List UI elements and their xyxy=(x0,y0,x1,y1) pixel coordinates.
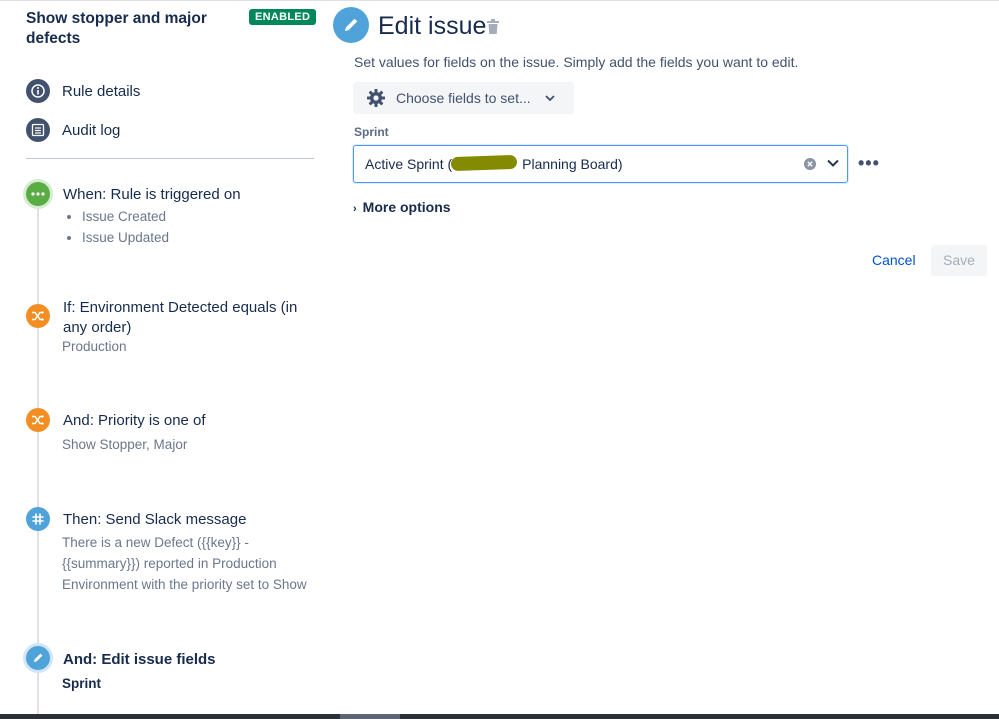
more-actions-icon[interactable]: ••• xyxy=(858,153,880,174)
shuffle-icon[interactable] xyxy=(26,304,50,328)
nav-rule-details-label: Rule details xyxy=(62,82,141,100)
trigger-item: Issue Created xyxy=(82,206,169,227)
chevron-right-icon: › xyxy=(353,203,357,215)
info-icon xyxy=(26,79,50,103)
chevron-down-icon xyxy=(545,95,555,101)
scrollbar-thumb[interactable] xyxy=(340,714,400,719)
condition-priority-value: Show Stopper, Major xyxy=(62,437,188,452)
action-edit-title[interactable]: And: Edit issue fields xyxy=(63,650,216,670)
edit-description: Set values for fields on the issue. Simp… xyxy=(354,54,799,70)
slack-icon[interactable] xyxy=(26,507,50,531)
nav-rule-details[interactable]: Rule details xyxy=(26,79,140,103)
redaction-mark xyxy=(450,154,518,172)
more-options-label: More options xyxy=(362,199,451,215)
more-options-toggle[interactable]: › More options xyxy=(353,199,451,215)
gear-icon xyxy=(366,88,386,108)
save-button[interactable]: Save xyxy=(931,245,987,276)
sprint-select[interactable]: Active Sprint ( Planning Board) xyxy=(353,145,848,183)
top-border xyxy=(0,0,999,1)
list-icon xyxy=(26,118,50,142)
action-edit-field: Sprint xyxy=(62,676,101,691)
shuffle-icon[interactable] xyxy=(26,408,50,432)
trigger-item: Issue Updated xyxy=(82,227,169,248)
condition-environment-title[interactable]: If: Environment Detected equals (in any … xyxy=(63,298,313,338)
condition-priority-title[interactable]: And: Priority is one of xyxy=(63,411,206,431)
sprint-value-start: Active Sprint ( xyxy=(365,156,453,172)
more-icon[interactable] xyxy=(26,182,50,206)
action-slack-title[interactable]: Then: Send Slack message xyxy=(63,510,246,530)
sidebar-divider xyxy=(26,158,314,159)
sprint-value-end: Planning Board) xyxy=(522,156,623,172)
nav-audit-log-label: Audit log xyxy=(62,121,121,139)
trigger-items: Issue Created Issue Updated xyxy=(62,206,169,248)
trash-icon[interactable] xyxy=(487,19,499,39)
chevron-down-icon[interactable] xyxy=(826,156,840,175)
timeline-line xyxy=(37,200,39,714)
choose-fields-button[interactable]: Choose fields to set... xyxy=(353,82,574,114)
pencil-icon xyxy=(333,7,369,43)
page-title: Edit issue xyxy=(378,12,487,40)
clear-icon[interactable] xyxy=(804,157,816,170)
choose-fields-label: Choose fields to set... xyxy=(396,90,531,106)
status-badge: ENABLED xyxy=(249,9,317,25)
pencil-icon[interactable] xyxy=(26,646,50,670)
action-slack-message: There is a new Defect ({{key}} - {{summa… xyxy=(62,535,307,592)
window-scrollbar[interactable] xyxy=(0,714,999,719)
trigger-title[interactable]: When: Rule is triggered on xyxy=(63,185,241,205)
condition-environment-value: Production xyxy=(62,339,127,354)
nav-audit-log[interactable]: Audit log xyxy=(26,118,120,142)
rule-title: Show stopper and major defects xyxy=(26,10,207,47)
sprint-field-label: Sprint xyxy=(354,125,389,139)
cancel-button[interactable]: Cancel xyxy=(862,245,926,275)
